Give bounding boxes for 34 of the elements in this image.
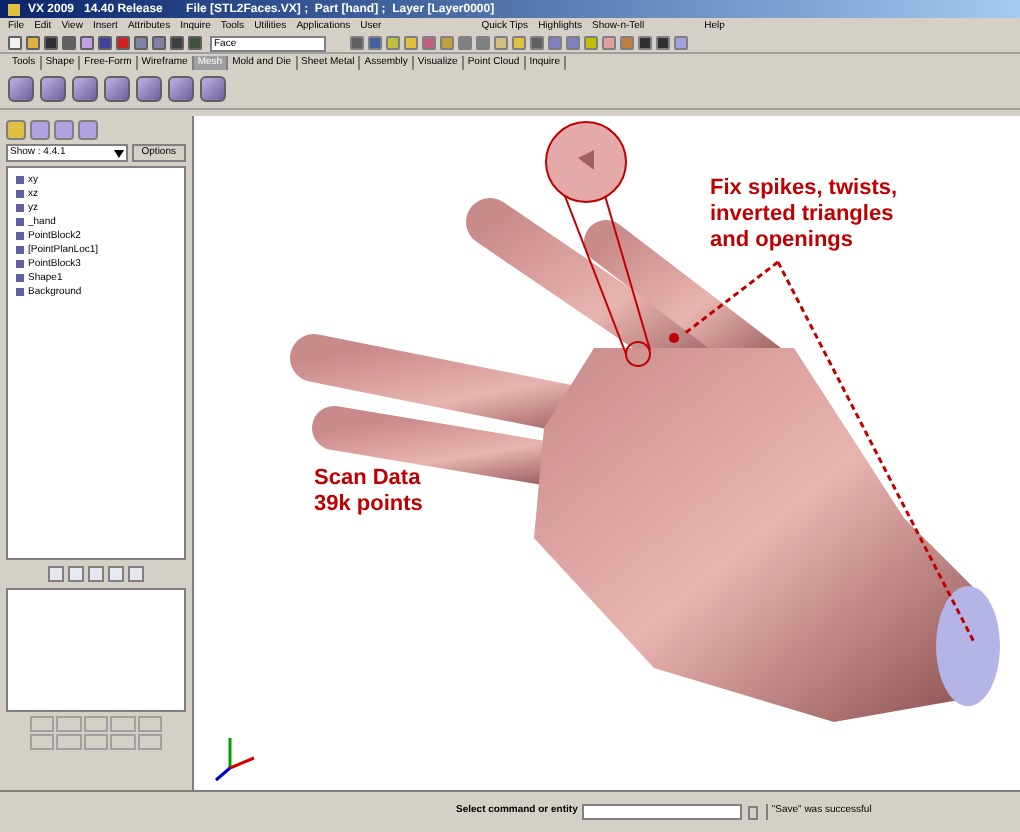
annotation-label: Fix spikes, twists, inverted triangles and openings xyxy=(710,176,898,254)
viewport[interactable]: Scan Data 39k points Fix spikes, twists, inverted triangles and openings xyxy=(194,116,1020,790)
dropdown-arrow-icon[interactable] xyxy=(113,150,124,158)
node-icon xyxy=(16,259,24,267)
playback-button[interactable] xyxy=(110,734,136,750)
node-icon xyxy=(16,217,24,225)
annotation-label: Scan Data 39k points xyxy=(314,466,423,518)
node-icon xyxy=(16,231,24,239)
mesh-tool-icon[interactable] xyxy=(200,76,226,102)
node-icon xyxy=(16,287,24,295)
playback-button[interactable] xyxy=(83,734,109,750)
node-icon xyxy=(16,189,24,197)
axis-triad-icon xyxy=(215,738,255,782)
node-icon xyxy=(16,273,24,281)
playback-button[interactable] xyxy=(110,716,136,732)
playback-button[interactable] xyxy=(56,734,82,750)
mesh-tool-icon[interactable] xyxy=(72,76,98,102)
app-icon xyxy=(8,3,20,15)
mesh-tool-icon[interactable] xyxy=(168,76,194,102)
mesh-tool-icon[interactable] xyxy=(104,76,130,102)
node-icon xyxy=(16,245,24,253)
mesh-tool-icon[interactable] xyxy=(136,76,162,102)
playback-button[interactable] xyxy=(30,734,55,750)
playback-button[interactable] xyxy=(30,716,55,732)
playback-button[interactable] xyxy=(137,716,162,732)
playback-button[interactable] xyxy=(83,716,109,732)
command-input[interactable] xyxy=(581,804,742,820)
spin-icon[interactable] xyxy=(747,805,758,819)
playback-button[interactable] xyxy=(137,734,162,750)
node-icon xyxy=(16,203,24,211)
playback-button[interactable] xyxy=(56,716,82,732)
mesh-tool-icon[interactable] xyxy=(8,76,34,102)
node-icon xyxy=(16,175,24,183)
mesh-tool-icon[interactable] xyxy=(40,76,66,102)
